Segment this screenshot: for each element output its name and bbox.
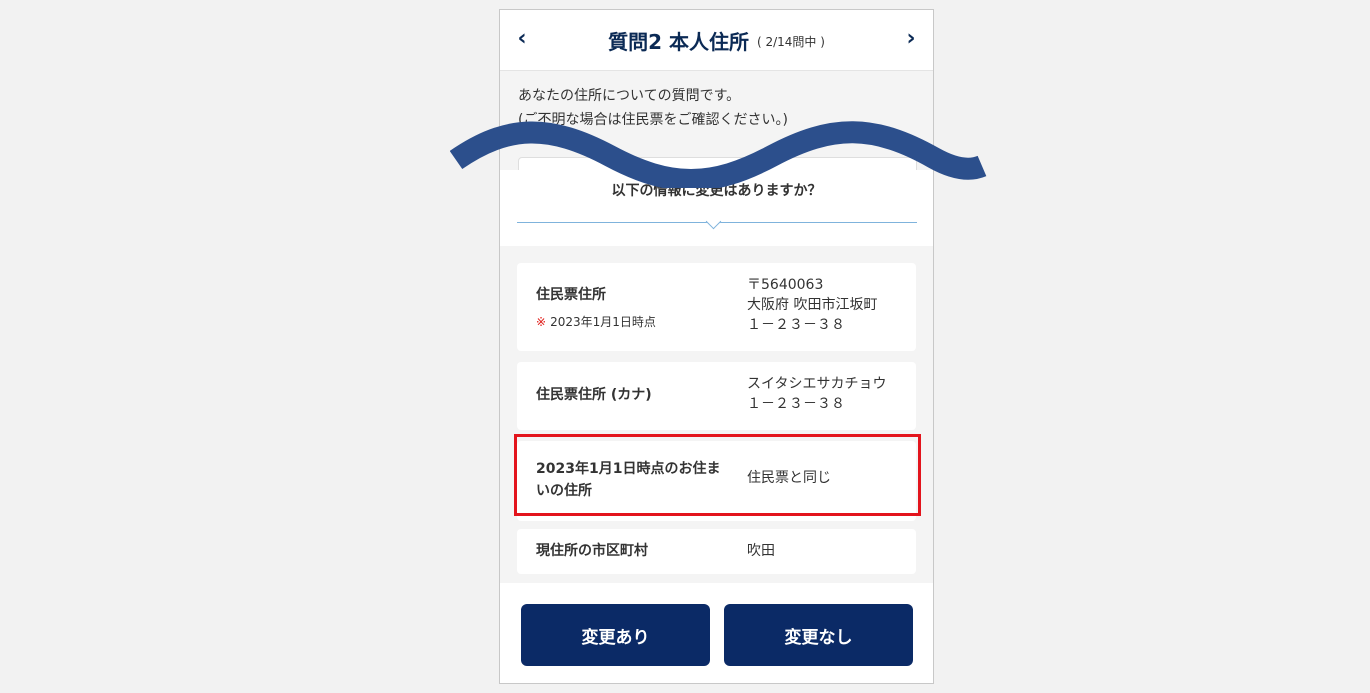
- intro-text-line2: (ご不明な場合は住民票をご確認ください。): [518, 112, 788, 128]
- label-line1: 2023年1月1日時点のお住ま: [536, 461, 721, 477]
- value-resident-address: 〒5640063 大阪府 吹田市江坂町 １－２３－３８: [747, 275, 877, 335]
- kana-address-number: １－２３－３８: [747, 396, 845, 412]
- card-current-city: 現住所の市区町村 吹田: [517, 529, 916, 574]
- value-jan1-residence: 住民票と同じ: [747, 470, 831, 486]
- page-title: 質問2 本人住所: [608, 29, 749, 54]
- chevron-right-icon[interactable]: ›: [899, 24, 923, 54]
- label-line2: いの住所: [536, 483, 592, 499]
- chevron-left-icon[interactable]: ‹: [510, 24, 534, 54]
- info-cards: 住民票住所 ※ 2023年1月1日時点 〒5640063 大阪府 吹田市江坂町 １…: [500, 246, 933, 583]
- value-resident-address-kana: スイタシエサカチョウ １－２３－３８: [747, 374, 886, 414]
- address-line: 大阪府 吹田市江坂町: [747, 297, 878, 313]
- label-jan1-residence: 2023年1月1日時点のお住ま いの住所: [536, 458, 720, 502]
- question-section: 以下の情報に変更はありますか？: [500, 170, 933, 246]
- divider-pointer: [705, 213, 722, 230]
- phone-screen: ‹ 質問2 本人住所 ( 2/14問中 ) › あなたの住所についての質問です。…: [499, 9, 934, 684]
- note-text: 2023年1月1日時点: [550, 315, 656, 329]
- card-jan1-residence: 2023年1月1日時点のお住ま いの住所 住民票と同じ: [517, 441, 916, 521]
- kana-address-line: スイタシエサカチョウ: [747, 376, 887, 392]
- changed-button[interactable]: 変更あり: [521, 604, 710, 666]
- card-resident-address-kana: 住民票住所 (カナ) スイタシエサカチョウ １－２３－３８: [517, 362, 916, 430]
- label-resident-address: 住民票住所: [536, 287, 606, 303]
- value-current-city: 吹田: [747, 543, 775, 559]
- address-number: １－２３－３８: [747, 317, 845, 333]
- answer-buttons: 変更あり 変更なし: [500, 583, 933, 683]
- note-mark: ※: [536, 315, 547, 329]
- note-as-of-date: ※ 2023年1月1日時点: [536, 313, 656, 330]
- question-text: 以下の情報に変更はありますか？: [611, 183, 822, 199]
- unchanged-button[interactable]: 変更なし: [724, 604, 913, 666]
- card-resident-address: 住民票住所 ※ 2023年1月1日時点 〒5640063 大阪府 吹田市江坂町 １…: [517, 263, 916, 351]
- question-counter: ( 2/14問中 ): [756, 35, 825, 49]
- header-bar: ‹ 質問2 本人住所 ( 2/14問中 ) ›: [500, 10, 933, 71]
- intro-text-line1: あなたの住所についての質問です。: [518, 88, 741, 104]
- label-current-city: 現住所の市区町村: [536, 543, 648, 559]
- label-resident-address-kana: 住民票住所 (カナ): [536, 387, 652, 403]
- postal-code: 〒5640063: [747, 277, 824, 293]
- intro-section: あなたの住所についての質問です。 (ご不明な場合は住民票をご確認ください。): [500, 71, 933, 179]
